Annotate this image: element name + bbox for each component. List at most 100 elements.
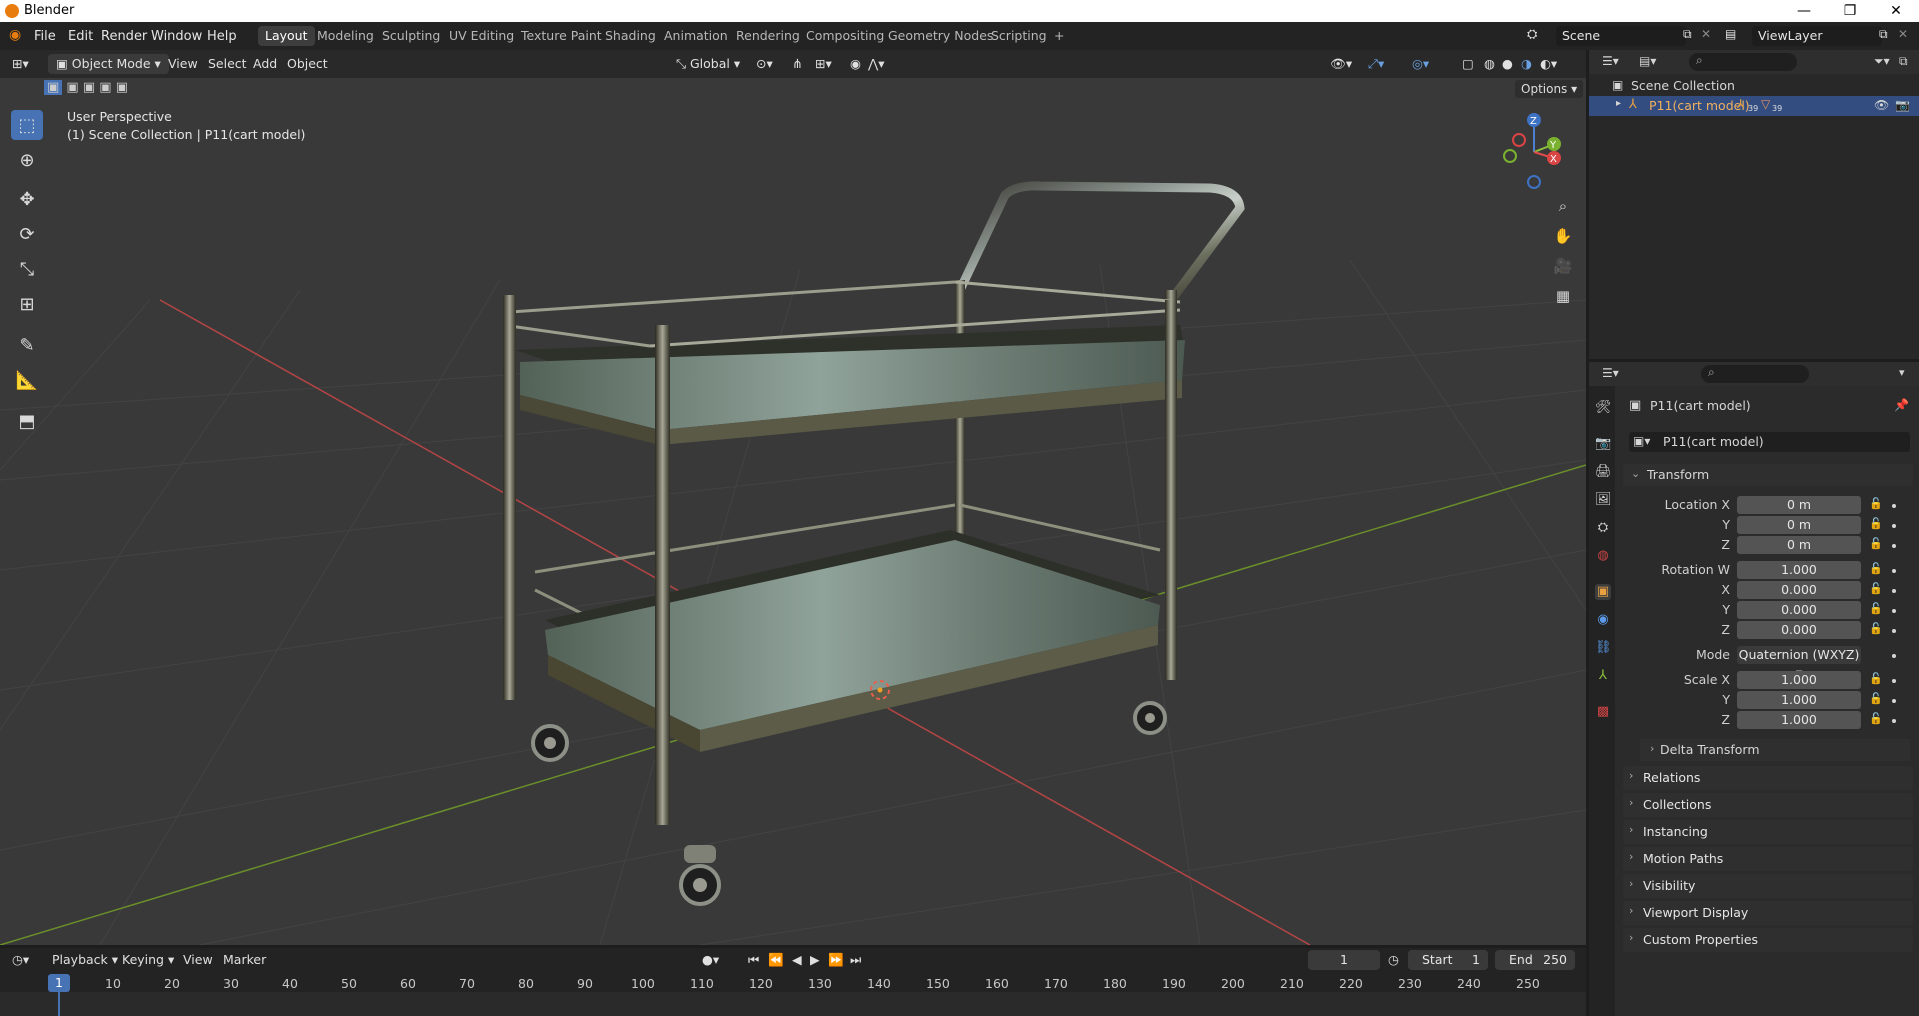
proportional-edit-icon[interactable]: ◉ [850,54,861,74]
object-tab-icon[interactable]: ▣ [1595,584,1611,600]
select-new-icon[interactable]: ▣ [44,80,63,95]
tab-shading[interactable]: Shading [598,26,663,46]
gizmo-toggle-icon[interactable]: ⤢▾ [1368,54,1384,74]
transform-panel-header[interactable]: ⌄ Transform [1623,464,1913,486]
properties-editor-icon[interactable]: ☰▾ [1602,366,1619,380]
custom-properties-panel[interactable]: › Custom Properties [1623,928,1913,952]
new-view-layer-icon[interactable]: ⧉ [1879,27,1888,42]
menu-edit[interactable]: Edit [68,29,93,44]
play-icon[interactable]: ▶ [810,950,820,970]
timeline-editor-icon[interactable]: ◷▾ [12,950,29,970]
select-intersect-icon[interactable]: ▣ [112,80,128,95]
location-z-field[interactable]: 0 m [1737,536,1861,554]
location-x-field[interactable]: 0 m [1737,496,1861,514]
new-scene-icon[interactable]: ⧉ [1683,27,1692,42]
cart-model[interactable] [503,181,1245,906]
options-dropdown[interactable]: Options ▾ [1515,80,1584,98]
close-button[interactable]: ✕ [1873,0,1919,22]
relations-panel[interactable]: › Relations [1623,766,1913,790]
next-keyframe-icon[interactable]: ⏩ [828,950,844,970]
location-y-field[interactable]: 0 m [1737,516,1861,534]
keyframe-dot-icon[interactable] [1892,679,1896,683]
keyframe-dot-icon[interactable] [1892,544,1896,548]
keyframe-dot-icon[interactable] [1892,654,1896,658]
motion-paths-panel[interactable]: › Motion Paths [1623,847,1913,871]
ortho-grid-icon[interactable]: ▦ [1550,283,1576,309]
playhead-line[interactable] [58,992,60,1016]
scale-z-field[interactable]: 1.000 [1737,711,1861,729]
view-layer-field[interactable]: ViewLayer [1752,26,1882,46]
properties-options-icon[interactable]: ▾ [1899,366,1905,379]
scale-tool[interactable]: ⤡ [11,254,43,284]
falloff-icon[interactable]: ⋀▾ [868,54,885,74]
snap-target-icon[interactable]: ⊞▾ [815,54,832,74]
visibility-icon[interactable]: 👁▾ [1330,54,1352,74]
tab-layout[interactable]: Layout [258,26,315,46]
tab-animation[interactable]: Animation [657,26,735,46]
transform-tool[interactable]: ⊞ [11,289,43,319]
select-mode-buttons[interactable]: ▣ ▣ ▣ ▣ ▣ [44,80,128,95]
select-invert-icon[interactable]: ▣ [95,80,111,95]
view-layer-icon[interactable]: ▤ [1725,27,1736,41]
rotation-mode-dropdown[interactable]: Quaternion (WXYZ) ▾ [1737,646,1861,680]
lock-icon[interactable]: 🔓 [1869,517,1883,530]
auto-keying-icon[interactable]: ●▾ [702,950,719,970]
view-layer-tab-icon[interactable]: 🖼 [1595,492,1612,508]
filter-icon[interactable]: ⏷▾ [1874,54,1890,69]
render-camera-icon[interactable]: 📷 [1895,98,1910,112]
render-tab-icon[interactable]: 📷 [1595,436,1611,452]
navigation-gizmo[interactable]: Z Y X [1490,108,1570,192]
prev-keyframe-icon[interactable]: ⏪ [768,950,784,970]
delete-view-layer-icon[interactable]: ✕ [1898,27,1908,41]
outliner-editor-icon[interactable]: ☰▾ [1602,54,1619,68]
tab-sculpting[interactable]: Sculpting [375,26,447,46]
lock-icon[interactable]: 🔓 [1869,712,1883,725]
constraints-tab-icon[interactable]: ⛓ [1595,640,1612,656]
lock-icon[interactable]: 🔓 [1869,497,1883,510]
keyframe-dot-icon[interactable] [1892,504,1896,508]
menu-marker[interactable]: Marker [223,950,266,970]
eye-icon[interactable]: 👁 [1874,98,1889,112]
solid-shading-icon[interactable]: ● [1502,54,1513,74]
menu-keying[interactable]: Keying ▾ [122,950,174,970]
xray-icon[interactable]: ▢ [1462,54,1474,74]
rendered-shading-icon[interactable]: ◐▾ [1540,54,1557,74]
keyframe-dot-icon[interactable] [1892,524,1896,528]
scene-icon[interactable]: ⛭ [1527,27,1537,42]
annotate-tool[interactable]: ✎ [11,330,43,360]
menu-render[interactable]: Render [101,29,147,44]
rotation-x-field[interactable]: 0.000 [1737,581,1861,599]
3d-viewport[interactable] [0,50,1586,945]
pin-icon[interactable]: 📌 [1894,398,1909,412]
add-workspace-button[interactable]: + [1047,26,1071,46]
new-collection-icon[interactable]: ⧉ [1899,54,1908,69]
output-tab-icon[interactable]: 🖨 [1595,464,1612,480]
properties-search-input[interactable]: ⌕ [1701,365,1809,383]
lock-icon[interactable]: 🔓 [1869,602,1883,615]
gizmo-neg-z-icon[interactable] [1527,175,1541,189]
tab-geometry-nodes[interactable]: Geometry Nodes [881,26,1000,46]
lock-icon[interactable]: 🔓 [1869,562,1883,575]
move-tool[interactable]: ✥ [11,184,43,214]
zoom-icon[interactable]: ⌕ [1550,193,1576,219]
rotation-w-field[interactable]: 1.000 [1737,561,1861,579]
object-data-tab-icon[interactable]: ⅄ [1595,668,1611,684]
lock-icon[interactable]: 🔓 [1869,692,1883,705]
keyframe-dot-icon[interactable] [1892,629,1896,633]
menu-timeline-view[interactable]: View [183,950,213,970]
collections-panel[interactable]: › Collections [1623,793,1913,817]
preview-range-icon[interactable]: ◷ [1388,950,1399,970]
end-frame-field[interactable]: End 250 [1495,950,1575,970]
editor-type-icon[interactable]: ⊞▾ [12,54,29,74]
menu-help[interactable]: Help [207,29,237,44]
menu-select[interactable]: Select [208,54,247,74]
mode-selector[interactable]: ▣ Object Mode ▾ [48,54,169,74]
rotation-z-field[interactable]: 0.000 [1737,621,1861,639]
cursor-tool[interactable]: ⊕ [11,145,43,175]
scale-y-field[interactable]: 1.000 [1737,691,1861,709]
lock-icon[interactable]: 🔓 [1869,622,1883,635]
menu-playback[interactable]: Playback ▾ [52,950,118,970]
playhead-frame[interactable]: 1 [48,974,70,992]
play-reverse-icon[interactable]: ◀ [792,950,802,970]
display-mode-icon[interactable]: ▤▾ [1639,54,1656,68]
